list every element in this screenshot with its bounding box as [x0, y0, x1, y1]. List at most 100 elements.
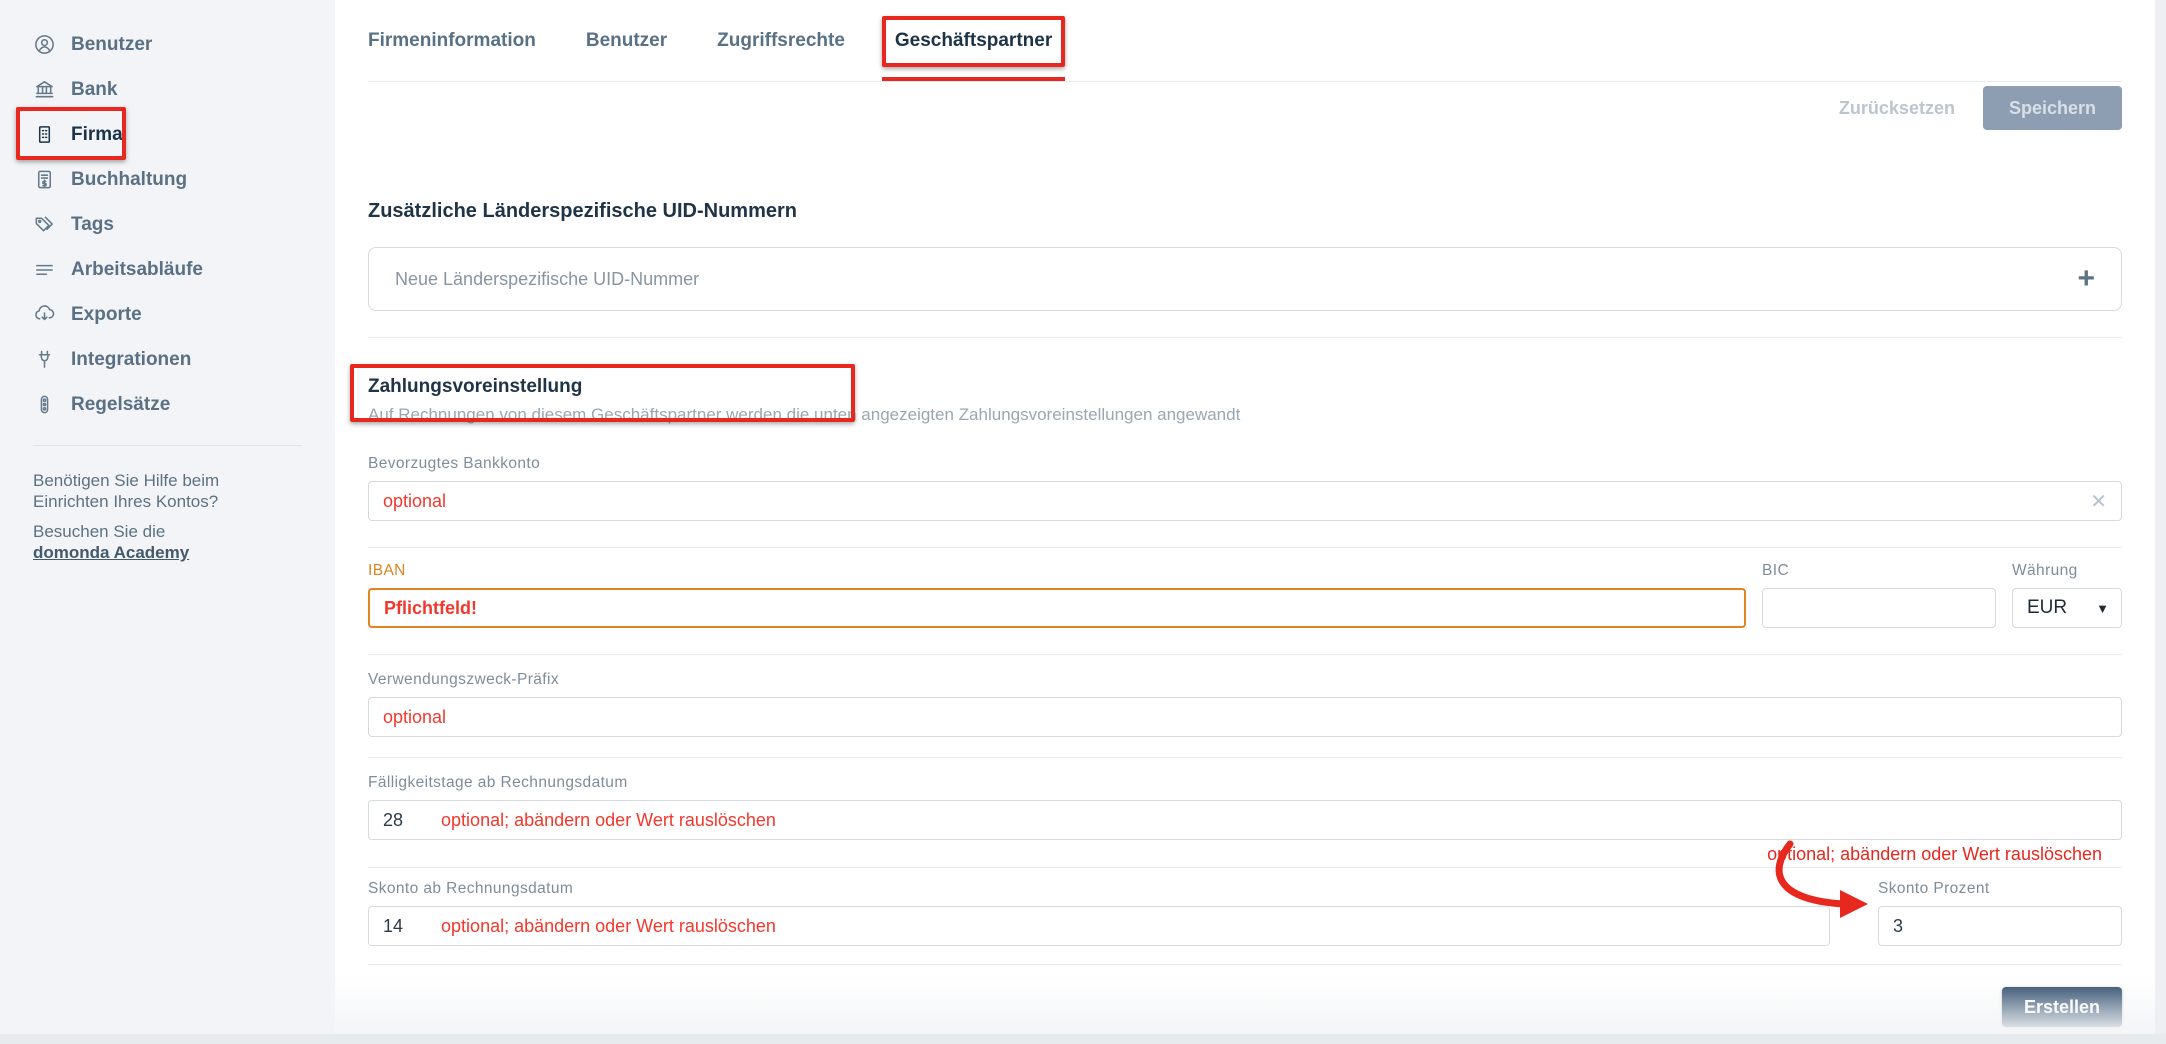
bank-icon [33, 78, 56, 101]
sidebar-nav: Benutzer Bank Firma Buchhaltung Tags [0, 22, 335, 427]
due-days-label: Fälligkeitstage ab Rechnungsdatum [368, 774, 2122, 792]
discount-percent-value: 3 [1893, 916, 1903, 937]
currency-label: Währung [2012, 562, 2122, 580]
sidebar-item-label: Benutzer [71, 34, 152, 56]
iban-required-text: Pflichtfeld! [384, 598, 477, 619]
tab-benutzer[interactable]: Benutzer [586, 0, 667, 81]
sidebar-item-buchhaltung[interactable]: Buchhaltung [0, 157, 335, 202]
tab-bar: Firmeninformation Benutzer Zugriffsrecht… [368, 0, 2122, 82]
bic-input[interactable] [1762, 588, 1996, 628]
tab-label: Benutzer [586, 30, 667, 52]
tab-zugriffsrechte[interactable]: Zugriffsrechte [717, 0, 845, 81]
settings-sidebar: Benutzer Bank Firma Buchhaltung Tags [0, 0, 335, 1044]
field-group-bank-account: Bevorzugtes Bankkonto optional ✕ [368, 455, 2122, 521]
sidebar-item-arbeitsablaeufe[interactable]: Arbeitsabläufe [0, 247, 335, 292]
create-row: Erstellen [368, 987, 2122, 1027]
sidebar-item-label: Bank [71, 79, 117, 101]
field-group-discount-percent: Skonto Prozent 3 [1878, 880, 2122, 946]
sidebar-item-integrationen[interactable]: Integrationen [0, 337, 335, 382]
bottom-strip [0, 1034, 2166, 1044]
currency-select[interactable]: EUR ▼ [2012, 588, 2122, 628]
help-text-line1: Benötigen Sie Hilfe beim [33, 471, 219, 490]
plug-icon [33, 348, 56, 371]
purpose-prefix-value: optional [383, 707, 446, 728]
save-button[interactable]: Speichern [1983, 86, 2122, 130]
tab-label: Firmeninformation [368, 30, 536, 52]
field-group-iban: IBAN Pflichtfeld! [368, 562, 1746, 628]
section-divider [368, 964, 2122, 965]
discount-percent-input[interactable]: 3 [1878, 906, 2122, 946]
sidebar-item-label: Integrationen [71, 349, 191, 371]
section-divider [368, 867, 2122, 868]
building-icon [33, 123, 56, 146]
invoice-icon [33, 168, 56, 191]
sidebar-item-benutzer[interactable]: Benutzer [0, 22, 335, 67]
sidebar-help: Benötigen Sie Hilfe beim Einrichten Ihre… [0, 446, 335, 563]
tab-geschaeftspartner[interactable]: Geschäftspartner [895, 0, 1052, 81]
sidebar-item-exporte[interactable]: Exporte [0, 292, 335, 337]
sidebar-item-bank[interactable]: Bank [0, 67, 335, 112]
field-group-discount-days: Skonto ab Rechnungsdatum 14 optional; ab… [368, 880, 1830, 946]
tab-firmeninformation[interactable]: Firmeninformation [368, 0, 536, 81]
scrollbar-track[interactable] [2155, 0, 2166, 1044]
add-uid-icon[interactable]: + [2077, 264, 2095, 294]
domonda-academy-link[interactable]: domonda Academy [33, 542, 189, 563]
create-button[interactable]: Erstellen [2002, 987, 2122, 1027]
due-days-input[interactable]: 28 optional; abändern oder Wert rauslösc… [368, 800, 2122, 840]
field-group-due-days: Fälligkeitstage ab Rechnungsdatum 28 opt… [368, 774, 2122, 840]
section-divider [368, 757, 2122, 758]
main-panel: Firmeninformation Benutzer Zugriffsrecht… [335, 0, 2155, 1044]
chevron-down-icon: ▼ [2096, 601, 2109, 616]
discount-days-input[interactable]: 14 optional; abändern oder Wert rauslösc… [368, 906, 1830, 946]
due-days-hint: optional; abändern oder Wert rauslöschen [441, 810, 776, 831]
field-group-purpose-prefix: Verwendungszweck-Präfix optional [368, 671, 2122, 737]
bank-account-label: Bevorzugtes Bankkonto [368, 455, 2122, 473]
bank-account-value: optional [383, 491, 446, 512]
field-row-iban: IBAN Pflichtfeld! BIC Währung EUR ▼ [368, 562, 2122, 628]
section-divider [368, 654, 2122, 655]
section-divider [368, 547, 2122, 548]
tab-label: Geschäftspartner [895, 30, 1052, 52]
rules-icon [33, 393, 56, 416]
iban-label: IBAN [368, 562, 1746, 580]
form-actions: Zurücksetzen Speichern [368, 86, 2122, 130]
sidebar-item-label: Tags [71, 214, 114, 236]
field-row-skonto: Skonto ab Rechnungsdatum 14 optional; ab… [368, 880, 2122, 946]
iban-input[interactable]: Pflichtfeld! [368, 588, 1746, 628]
discount-days-value: 14 [383, 916, 403, 937]
purpose-prefix-label: Verwendungszweck-Präfix [368, 671, 2122, 689]
clear-icon[interactable]: ✕ [2090, 489, 2107, 514]
uid-input-placeholder: Neue Länderspezifische UID-Nummer [395, 269, 2077, 290]
tab-label: Zugriffsrechte [717, 30, 845, 52]
discount-days-hint: optional; abändern oder Wert rauslöschen [441, 916, 776, 937]
annotation-text: optional; abändern oder Wert rauslöschen [368, 844, 2122, 865]
app-window: Benutzer Bank Firma Buchhaltung Tags [0, 0, 2166, 1044]
sidebar-item-label: Exporte [71, 304, 142, 326]
help-text-line2: Einrichten Ihres Kontos? [33, 492, 218, 511]
field-group-currency: Währung EUR ▼ [2012, 562, 2122, 628]
section-divider [368, 337, 2122, 338]
sidebar-item-label: Regelsätze [71, 394, 170, 416]
sidebar-item-label: Arbeitsabläufe [71, 259, 203, 281]
field-group-bic: BIC [1762, 562, 1996, 628]
sidebar-item-label: Buchhaltung [71, 169, 187, 191]
bic-label: BIC [1762, 562, 1996, 580]
uid-number-input[interactable]: Neue Länderspezifische UID-Nummer + [368, 247, 2122, 311]
due-days-value: 28 [383, 810, 403, 831]
workflow-icon [33, 258, 56, 281]
sidebar-item-label: Firma [71, 124, 123, 146]
reset-button[interactable]: Zurücksetzen [1839, 98, 1955, 119]
tag-icon [33, 213, 56, 236]
uid-section-title: Zusätzliche Länderspezifische UID-Nummer… [368, 200, 2122, 223]
help-text-line3: Besuchen Sie die [33, 522, 165, 541]
bank-account-input[interactable]: optional ✕ [368, 481, 2122, 521]
sidebar-item-regelsaetze[interactable]: Regelsätze [0, 382, 335, 427]
user-icon [33, 33, 56, 56]
sidebar-item-tags[interactable]: Tags [0, 202, 335, 247]
payment-section-title: Zahlungsvoreinstellung [368, 376, 582, 398]
sidebar-item-firma[interactable]: Firma [0, 112, 335, 157]
currency-value: EUR [2027, 597, 2067, 619]
discount-days-label: Skonto ab Rechnungsdatum [368, 880, 1830, 898]
purpose-prefix-input[interactable]: optional [368, 697, 2122, 737]
payment-section-subtitle: Auf Rechnungen von diesem Geschäftspartn… [368, 405, 2122, 425]
